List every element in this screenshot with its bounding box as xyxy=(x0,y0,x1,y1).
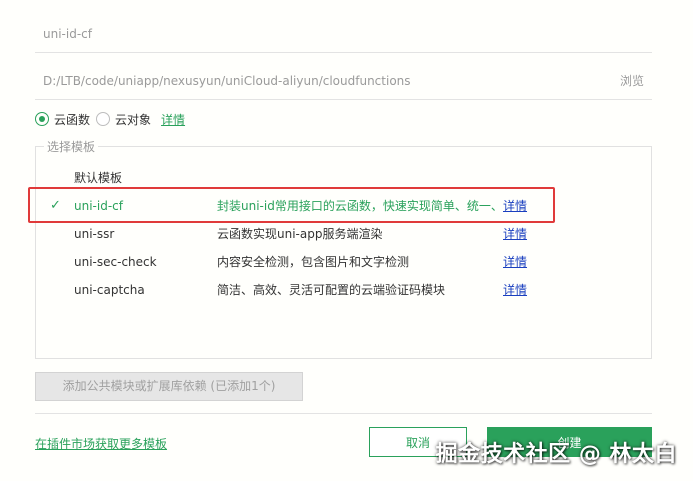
type-detail-link[interactable]: 详情 xyxy=(161,111,185,128)
footer-divider xyxy=(35,413,652,414)
template-desc: 内容安全检测，包含图片和文字检测 xyxy=(217,255,410,269)
radio-cloud-object[interactable] xyxy=(96,112,111,126)
function-name-input[interactable]: uni-id-cf xyxy=(43,15,92,53)
template-row-uni-sec-check[interactable]: uni-sec-check 内容安全检测，包含图片和文字检测 详情 xyxy=(36,249,651,275)
plugin-market-link[interactable]: 在插件市场获取更多模板 xyxy=(35,435,167,452)
selection-highlight-box xyxy=(28,187,555,223)
default-template-heading: 默认模板 xyxy=(74,171,123,185)
browse-button[interactable]: 浏览 xyxy=(620,62,644,100)
radio-cloud-function[interactable] xyxy=(35,112,49,126)
path-input[interactable]: D:/LTB/code/uniapp/nexusyun/uniCloud-ali… xyxy=(43,62,411,100)
template-desc: 简洁、高效、灵活可配置的云端验证码模块 xyxy=(217,283,446,297)
function-name-field[interactable]: uni-id-cf xyxy=(35,15,652,53)
template-detail-link[interactable]: 详情 xyxy=(503,249,527,275)
template-detail-link[interactable]: 详情 xyxy=(503,277,527,303)
template-row-uni-ssr[interactable]: uni-ssr 云函数实现uni-app服务端渲染 详情 xyxy=(36,221,651,247)
template-name: uni-captcha xyxy=(74,283,145,297)
template-group: 选择模板 默认模板 ✓ uni-id-cf 封装uni-id常用接口的云函数，快… xyxy=(35,138,652,359)
radio-cloud-object-label[interactable]: 云对象 xyxy=(115,111,151,128)
path-field[interactable]: D:/LTB/code/uniapp/nexusyun/uniCloud-ali… xyxy=(35,62,652,100)
template-name: uni-sec-check xyxy=(74,255,157,269)
function-type-radio-group: 云函数 云对象 详情 xyxy=(35,109,185,129)
radio-cloud-function-label[interactable]: 云函数 xyxy=(54,111,90,128)
template-desc: 云函数实现uni-app服务端渲染 xyxy=(217,227,383,241)
template-name: uni-ssr xyxy=(74,227,115,241)
template-detail-link[interactable]: 详情 xyxy=(503,221,527,247)
watermark: 掘金技术社区 @ 林太白 xyxy=(435,442,677,467)
template-row-uni-captcha[interactable]: uni-captcha 简洁、高效、灵活可配置的云端验证码模块 详情 xyxy=(36,277,651,303)
template-group-legend: 选择模板 xyxy=(44,138,99,155)
add-dependency-button[interactable]: 添加公共模块或扩展库依赖 (已添加1个) xyxy=(35,372,303,401)
